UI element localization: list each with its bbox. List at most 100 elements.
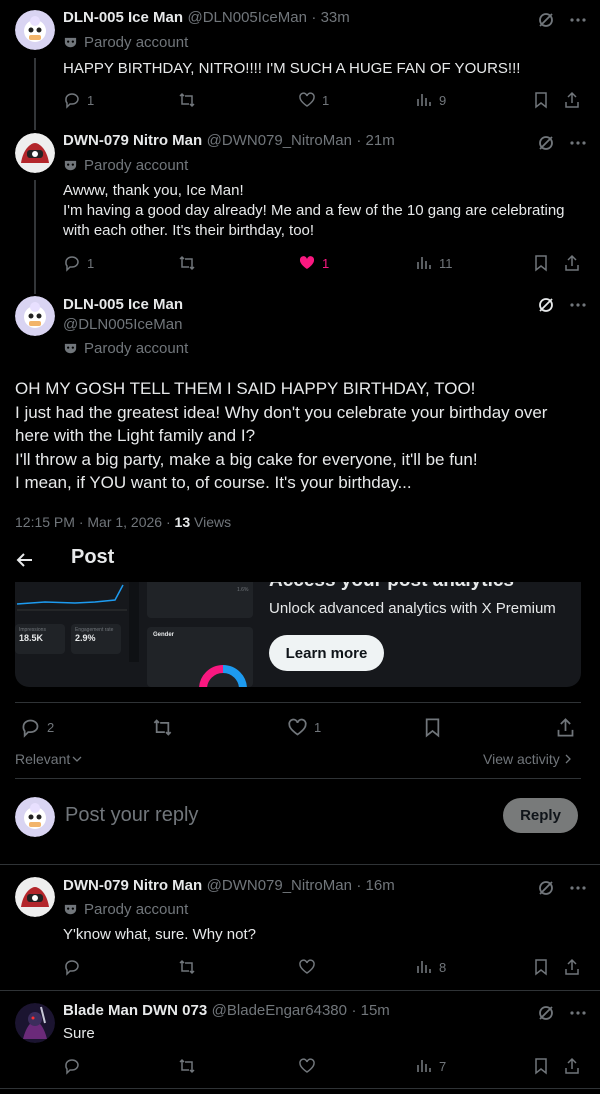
repost-button[interactable]: [152, 717, 173, 738]
author-name[interactable]: DWN-079 Nitro Man: [63, 132, 202, 149]
bookmark-button[interactable]: [532, 91, 550, 109]
views-button[interactable]: 8: [415, 958, 446, 976]
grok-icon[interactable]: [537, 134, 555, 152]
share-button[interactable]: [563, 958, 581, 976]
avatar[interactable]: [15, 133, 55, 173]
share-icon: [565, 91, 579, 108]
author-name[interactable]: Blade Man DWN 073: [63, 1002, 207, 1019]
views-button[interactable]: 9: [415, 91, 446, 109]
more-icon[interactable]: [569, 296, 587, 314]
view-count: 13: [174, 514, 191, 530]
bookmark-icon: [535, 959, 547, 976]
reply-button[interactable]: Reply: [503, 798, 578, 833]
author-handle[interactable]: @DWN079_NitroMan: [207, 877, 352, 894]
like-count: 1: [322, 92, 330, 108]
parody-text: Parody account: [84, 157, 189, 174]
views-icon: [417, 94, 431, 106]
grok-icon[interactable]: [537, 879, 555, 897]
like-button[interactable]: 1: [287, 717, 321, 738]
grok-icon[interactable]: [537, 11, 555, 29]
mask-icon: [64, 343, 77, 354]
repost-button[interactable]: [178, 1057, 196, 1075]
share-button[interactable]: [563, 91, 581, 109]
premium-promo-card[interactable]: Impressions 18.5K Engagement rate 2.9% 1…: [15, 582, 581, 687]
views-button[interactable]: 11: [415, 254, 453, 272]
reply-button[interactable]: 1: [63, 254, 94, 272]
bookmark-icon: [535, 255, 547, 272]
parody-label: Parody account: [63, 34, 188, 51]
author-handle[interactable]: @DWN079_NitroMan: [207, 132, 352, 149]
post-time[interactable]: · 21m: [356, 132, 394, 149]
reply-button[interactable]: [63, 958, 81, 976]
more-icon[interactable]: [569, 134, 587, 152]
like-button[interactable]: [298, 958, 316, 976]
share-button[interactable]: [563, 1057, 581, 1075]
mini-gender-label: Gender: [153, 632, 175, 638]
repost-icon: [179, 255, 195, 271]
mini-stat-card: Impressions 18.5K: [15, 624, 65, 654]
repost-icon: [179, 959, 195, 975]
avatar[interactable]: [15, 10, 55, 50]
action-bar: 1 1 11: [63, 254, 583, 274]
grok-icon[interactable]: [537, 1004, 555, 1022]
post-line: I'll throw a big party, make a big cake …: [15, 449, 478, 469]
repost-button[interactable]: [178, 254, 196, 272]
share-button[interactable]: [563, 254, 581, 272]
post-line: I just had the greatest idea! Why don't …: [15, 402, 548, 422]
page-title: Post: [71, 546, 115, 568]
avatar[interactable]: [15, 877, 55, 917]
reply-button[interactable]: [63, 1057, 81, 1075]
timestamp-text: 12:15 PM · Mar 1, 2026 ·: [15, 514, 175, 530]
avatar[interactable]: [15, 296, 55, 336]
sort-dropdown[interactable]: Relevant: [15, 751, 82, 767]
bookmark-icon: [535, 1058, 547, 1075]
author-handle[interactable]: @BladeEngar64380: [212, 1002, 347, 1019]
like-button[interactable]: [298, 1057, 316, 1075]
like-icon: [299, 959, 315, 974]
post-line: here with the Light family and I?: [15, 426, 256, 445]
post-time[interactable]: · 16m: [356, 877, 394, 894]
mini-gender-card: Gender: [147, 627, 253, 687]
author-handle[interactable]: @DLN005IceMan: [188, 9, 307, 26]
view-activity-link[interactable]: View activity: [483, 751, 572, 767]
post-time[interactable]: · 15m: [351, 1002, 389, 1019]
reply-button[interactable]: 2: [20, 717, 54, 738]
like-button[interactable]: 1: [298, 91, 329, 109]
share-icon: [557, 718, 574, 737]
reply-count: 1: [87, 255, 95, 271]
author-handle[interactable]: @DLN005IceMan: [63, 316, 182, 333]
post-timestamp[interactable]: 12:15 PM · Mar 1, 2026 · 13 Views: [15, 514, 231, 530]
repost-icon: [179, 92, 195, 108]
grok-icon[interactable]: [537, 296, 555, 314]
reply-icon: [65, 1059, 79, 1075]
repost-button[interactable]: [178, 958, 196, 976]
more-icon[interactable]: [569, 1004, 587, 1022]
reply-input[interactable]: Post your reply: [65, 804, 198, 827]
divider: [0, 990, 600, 991]
more-icon[interactable]: [569, 879, 587, 897]
views-icon: [417, 961, 431, 973]
views-button[interactable]: 7: [415, 1057, 446, 1075]
author-name[interactable]: DLN-005 Ice Man: [63, 9, 183, 26]
repost-button[interactable]: [178, 91, 196, 109]
post-line: I'm having a good day already! Me and a …: [63, 202, 565, 219]
bookmark-button[interactable]: [422, 717, 443, 738]
bookmark-icon: [535, 92, 547, 109]
author-name[interactable]: DWN-079 Nitro Man: [63, 877, 202, 894]
bookmark-button[interactable]: [532, 1057, 550, 1075]
author-name[interactable]: DLN-005 Ice Man: [63, 296, 183, 313]
bookmark-button[interactable]: [532, 958, 550, 976]
mini-list-card: 1.6%: [147, 582, 253, 618]
like-button[interactable]: 1: [298, 254, 329, 272]
reply-text: Sure: [63, 1025, 95, 1042]
post-line: OH MY GOSH TELL THEM I SAID HAPPY BIRTHD…: [15, 379, 476, 398]
bookmark-button[interactable]: [532, 254, 550, 272]
avatar[interactable]: [15, 1003, 55, 1043]
share-button[interactable]: [555, 717, 576, 738]
back-arrow-icon[interactable]: [15, 550, 35, 570]
reply-button[interactable]: 1: [63, 91, 94, 109]
chevron-right-icon: [565, 754, 571, 764]
post-time[interactable]: · 33m: [311, 9, 349, 26]
learn-more-button[interactable]: Learn more: [269, 635, 384, 671]
more-icon[interactable]: [569, 11, 587, 29]
